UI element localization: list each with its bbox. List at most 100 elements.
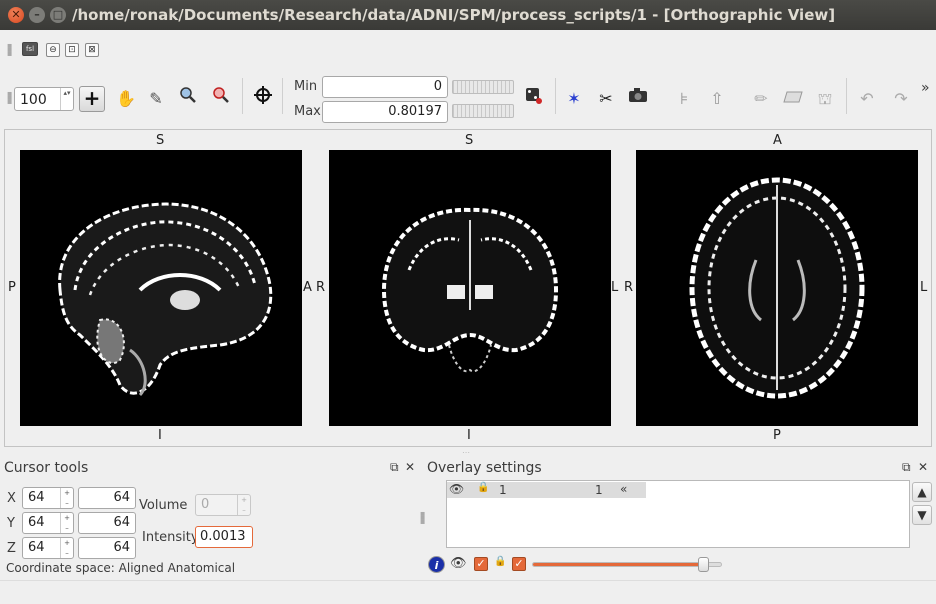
- min-label: Min: [294, 79, 318, 94]
- zoom-arrows[interactable]: ▴▾: [60, 88, 73, 110]
- z-label: Z: [7, 541, 16, 556]
- fill-icon[interactable]: ⛫: [812, 86, 838, 112]
- volume-value: 0: [201, 497, 210, 512]
- sagittal-top-label: S: [156, 133, 165, 148]
- overlay-list[interactable]: 👁 🔒 1 1 «: [446, 480, 910, 548]
- toolbar-grip[interactable]: ▪ ▪ ▪: [7, 90, 12, 106]
- coronal-bottom-label: I: [467, 428, 471, 443]
- coronal-canvas[interactable]: [329, 150, 611, 426]
- visibility-eye-icon[interactable]: 👁: [449, 482, 464, 496]
- fit-icon[interactable]: ⊧: [671, 86, 697, 112]
- overlay-close-icon[interactable]: ✕: [918, 460, 928, 474]
- sagittal-canvas[interactable]: [20, 150, 302, 426]
- undo-icon[interactable]: ↶: [854, 86, 880, 112]
- y-voxel-value: 64: [28, 515, 45, 530]
- opacity-thumb[interactable]: [698, 557, 709, 572]
- zoom-value: 100: [20, 92, 47, 108]
- close-view-icon[interactable]: ⊠: [85, 43, 99, 57]
- max-label: Max: [294, 104, 321, 119]
- x-voxel-value: 64: [28, 490, 45, 505]
- z-voxel-arrows[interactable]: + –: [60, 538, 73, 558]
- crosshair-add-icon[interactable]: +: [79, 86, 105, 112]
- opacity-fill: [533, 563, 703, 566]
- lock-icon[interactable]: 🔒: [477, 482, 489, 493]
- z-world-field[interactable]: 64: [78, 537, 136, 559]
- zoom-spinbox[interactable]: 100 ▴▾: [14, 87, 74, 111]
- fsl-icon: fsl: [22, 42, 38, 56]
- minimize-window-icon[interactable]: –: [29, 7, 45, 23]
- eraser-icon[interactable]: [780, 86, 806, 112]
- z-voxel-spinbox[interactable]: 64 + –: [22, 537, 74, 559]
- y-world-field[interactable]: 64: [78, 512, 136, 534]
- max-slider[interactable]: [452, 104, 514, 118]
- min-field[interactable]: 0: [322, 76, 448, 98]
- axial-bottom-label: P: [773, 428, 781, 443]
- window-titlebar: ✕ – □ /home/ronak/Documents/Research/dat…: [0, 0, 936, 30]
- maximize-window-icon[interactable]: □: [50, 7, 66, 23]
- axial-right-label: L: [920, 280, 928, 295]
- y-voxel-arrows[interactable]: + –: [60, 513, 73, 533]
- toolbar-grip[interactable]: ▪ ▪ ▪: [7, 42, 12, 58]
- coronal-top-label: S: [465, 133, 474, 148]
- x-voxel-arrows[interactable]: + –: [60, 488, 73, 508]
- zoom-icon[interactable]: [175, 86, 201, 112]
- toolbar-separator: [282, 78, 283, 114]
- min-slider[interactable]: [452, 80, 514, 94]
- overlay-row[interactable]: 👁 🔒 1 1 «: [447, 482, 646, 498]
- volume-spinbox[interactable]: 0 + –: [195, 494, 251, 516]
- x-label: X: [7, 491, 16, 506]
- splitter-handle[interactable]: ⋯: [462, 448, 470, 457]
- cursor-axis-icon[interactable]: ✶: [561, 86, 587, 112]
- collapse-arrows-icon[interactable]: «: [620, 482, 627, 496]
- axial-canvas[interactable]: [636, 150, 918, 426]
- layout-single-icon[interactable]: ⊖: [46, 43, 60, 57]
- cursor-tools-undock-icon[interactable]: ⧉: [390, 460, 399, 475]
- y-label: Y: [7, 516, 15, 531]
- cursor-tools-close-icon[interactable]: ✕: [405, 460, 415, 474]
- overlay-settings-title: Overlay settings: [427, 460, 542, 476]
- hand-pan-icon[interactable]: ✋: [113, 86, 139, 112]
- move-up-button[interactable]: ▲: [912, 482, 932, 502]
- intensity-field[interactable]: 0.0013: [195, 526, 253, 548]
- x-world-field[interactable]: 64: [78, 487, 136, 509]
- checkbox-2-icon[interactable]: ✓: [512, 557, 526, 571]
- volume-arrows[interactable]: + –: [237, 495, 250, 515]
- draw-pencil-icon[interactable]: ✏: [748, 86, 774, 112]
- sagittal-left-label: P: [8, 280, 16, 295]
- coronal-left-label: R: [316, 280, 326, 295]
- y-voxel-spinbox[interactable]: 64 + –: [22, 512, 74, 534]
- move-down-button[interactable]: ▼: [912, 505, 932, 525]
- dice-icon[interactable]: [520, 85, 546, 111]
- zoom-reset-icon[interactable]: [208, 86, 234, 112]
- info-icon[interactable]: i: [428, 556, 445, 573]
- overlay-undock-icon[interactable]: ⧉: [902, 460, 911, 475]
- cursor-tools-title: Cursor tools: [4, 460, 89, 476]
- camera-icon[interactable]: [625, 85, 651, 111]
- flip-icon[interactable]: ⇧: [704, 86, 730, 112]
- max-field[interactable]: 0.80197: [322, 101, 448, 123]
- more-icon[interactable]: »: [921, 80, 930, 96]
- opacity-slider[interactable]: [532, 557, 722, 572]
- orthographic-viewer[interactable]: S P A I S R L I A R L P: [4, 129, 932, 447]
- z-voxel-value: 64: [28, 540, 45, 555]
- redo-icon[interactable]: ↷: [888, 86, 914, 112]
- panel-splitter-grip[interactable]: ▪ ▪ ▪: [420, 510, 425, 526]
- axial-left-label: R: [624, 280, 634, 295]
- status-bar: [0, 580, 936, 604]
- close-window-icon[interactable]: ✕: [8, 7, 24, 23]
- sagittal-right-label: A: [303, 280, 312, 295]
- layout-tiled-icon[interactable]: ⊡: [65, 43, 79, 57]
- visibility-toggle-eye-icon[interactable]: 👁: [450, 556, 467, 571]
- sagittal-bottom-label: I: [158, 428, 162, 443]
- locate-target-icon[interactable]: [250, 86, 276, 112]
- lock-toggle-icon[interactable]: 🔒: [494, 556, 506, 567]
- coordinate-space: Coordinate space: Aligned Anatomical: [6, 561, 236, 575]
- checkbox-1-icon[interactable]: ✓: [474, 557, 488, 571]
- pencil-icon[interactable]: ✎: [143, 86, 169, 112]
- clip-icon[interactable]: ✂: [593, 86, 619, 112]
- intensity-label: Intensity: [142, 530, 199, 545]
- window-title: /home/ronak/Documents/Research/data/ADNI…: [72, 6, 836, 24]
- coronal-right-label: L: [611, 280, 619, 295]
- x-voxel-spinbox[interactable]: 64 + –: [22, 487, 74, 509]
- toolbar-separator: [846, 78, 847, 114]
